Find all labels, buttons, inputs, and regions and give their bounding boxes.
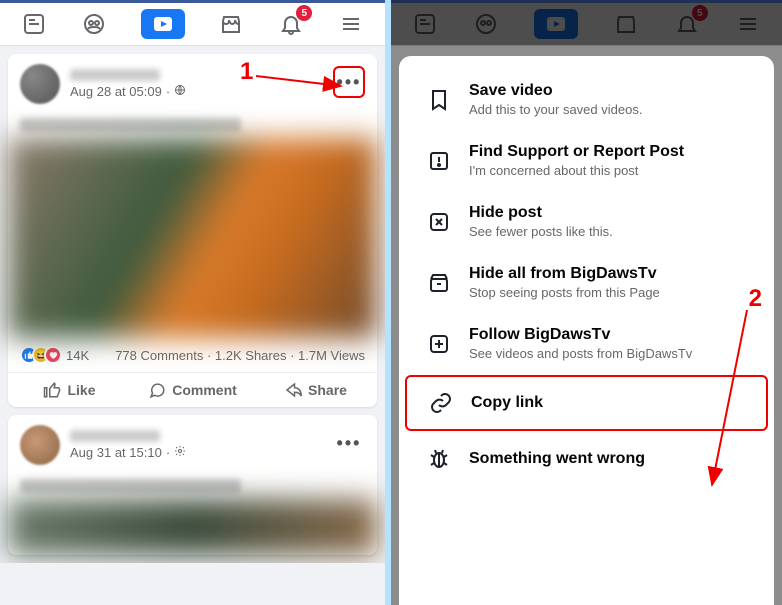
- watch-icon[interactable]: [141, 9, 185, 39]
- love-reaction-icon: [44, 346, 62, 364]
- plus-box-icon: [425, 330, 453, 358]
- annotation-number-1: 1: [240, 58, 253, 86]
- menu-icon[interactable]: [338, 11, 364, 37]
- gear-icon: [174, 445, 186, 460]
- bookmark-icon: [425, 86, 453, 114]
- hide-sub: See fewer posts like this.: [469, 224, 613, 239]
- reaction-count: 14K: [66, 348, 89, 363]
- comment-label: Comment: [172, 382, 237, 398]
- hide-all-option[interactable]: Hide all from BigDawsTv Stop seeing post…: [405, 253, 768, 312]
- post-card: Aug 31 at 15:10 · •••: [8, 415, 377, 555]
- post-meta: Aug 31 at 15:10 ·: [70, 445, 186, 460]
- hideall-title: Hide all from BigDawsTv: [469, 265, 660, 283]
- post-text-blurred: [20, 118, 241, 132]
- comment-button[interactable]: Comment: [131, 373, 254, 407]
- annotation-arrow-2: [702, 310, 762, 500]
- share-button[interactable]: Share: [254, 373, 377, 407]
- report-post-option[interactable]: Find Support or Report Post I'm concerne…: [405, 131, 768, 190]
- author-name-blurred: [70, 430, 160, 442]
- post-card: Aug 28 at 05:09 · •••: [8, 54, 377, 407]
- post-meta: Aug 28 at 05:09 ·: [70, 84, 186, 99]
- report-icon: [425, 147, 453, 175]
- reactions-summary[interactable]: 😆 14K: [20, 346, 89, 364]
- marketplace-icon[interactable]: [218, 11, 244, 37]
- wrong-title: Something went wrong: [469, 450, 645, 468]
- report-title: Find Support or Report Post: [469, 143, 684, 161]
- follow-sub: See videos and posts from BigDawsTv: [469, 346, 692, 361]
- meta-sep: ·: [166, 445, 170, 460]
- annotation-number-2: 2: [749, 285, 762, 313]
- hide-title: Hide post: [469, 204, 613, 222]
- meta-sep: ·: [166, 84, 170, 99]
- more-options-button[interactable]: •••: [333, 427, 365, 459]
- notifications-icon[interactable]: 5: [278, 11, 304, 37]
- hide-post-option[interactable]: Hide post See fewer posts like this.: [405, 192, 768, 251]
- groups-icon[interactable]: [81, 11, 107, 37]
- x-box-icon: [425, 208, 453, 236]
- like-label: Like: [67, 382, 95, 398]
- share-label: Share: [308, 382, 347, 398]
- avatar[interactable]: [20, 425, 60, 465]
- stats-right: 778 Comments · 1.2K Shares · 1.7M Views: [115, 348, 365, 363]
- save-video-title: Save video: [469, 82, 642, 100]
- copylink-title: Copy link: [471, 394, 543, 412]
- report-sub: I'm concerned about this post: [469, 163, 684, 178]
- link-icon: [427, 389, 455, 417]
- top-nav: 5: [0, 0, 385, 46]
- annotation-arrow-1: [256, 64, 356, 94]
- bug-icon: [425, 445, 453, 473]
- post-text-blurred: [20, 479, 241, 493]
- save-video-option[interactable]: Save video Add this to your saved videos…: [405, 70, 768, 129]
- author-name-blurred: [70, 69, 160, 81]
- newsfeed-icon[interactable]: [21, 11, 47, 37]
- archive-icon: [425, 269, 453, 297]
- hideall-sub: Stop seeing posts from this Page: [469, 285, 660, 300]
- avatar[interactable]: [20, 64, 60, 104]
- feed: Aug 28 at 05:09 · •••: [0, 46, 385, 563]
- like-button[interactable]: Like: [8, 373, 131, 407]
- post-date: Aug 31 at 15:10: [70, 445, 162, 460]
- post-date: Aug 28 at 05:09: [70, 84, 162, 99]
- follow-title: Follow BigDawsTv: [469, 326, 692, 344]
- globe-icon: [174, 84, 186, 99]
- post-media[interactable]: [8, 138, 377, 338]
- notification-badge: 5: [296, 5, 312, 21]
- save-video-sub: Add this to your saved videos.: [469, 102, 642, 117]
- post-media[interactable]: [8, 499, 377, 555]
